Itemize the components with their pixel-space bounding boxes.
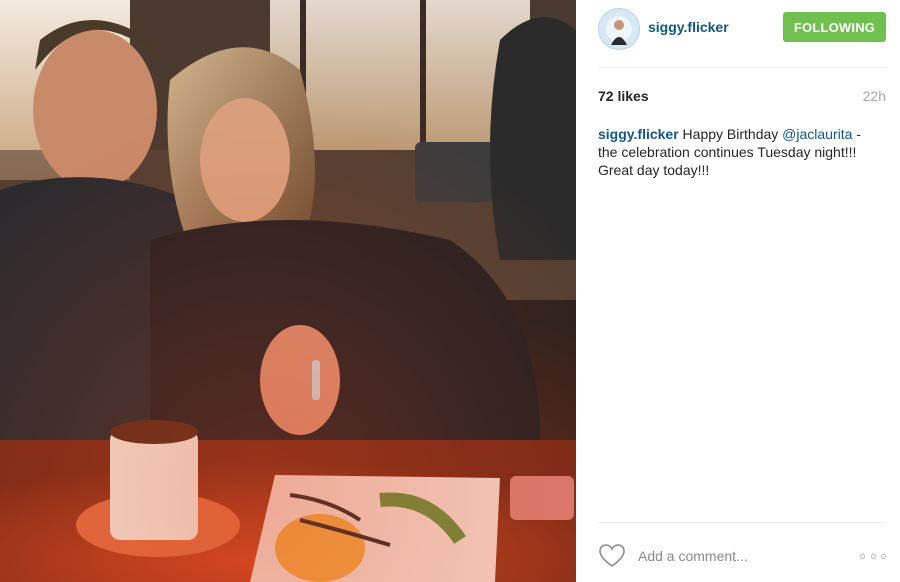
more-dot xyxy=(881,553,886,559)
post-sidebar: siggy.flicker FOLLOWING 72 likes 22h sig… xyxy=(576,0,900,582)
caption-username[interactable]: siggy.flicker xyxy=(598,126,679,142)
comment-bar xyxy=(598,540,886,572)
header-divider xyxy=(598,67,886,68)
author-username[interactable]: siggy.flicker xyxy=(648,19,729,35)
avatar-image xyxy=(599,9,639,49)
heart-icon[interactable] xyxy=(598,542,626,570)
following-button[interactable]: FOLLOWING xyxy=(783,12,886,42)
comment-divider xyxy=(598,522,886,523)
post-header: siggy.flicker FOLLOWING xyxy=(598,8,886,50)
more-dot xyxy=(860,553,865,559)
post-caption: siggy.flicker Happy Birthday @jaclaurita… xyxy=(598,125,878,179)
profile-avatar[interactable] xyxy=(598,8,640,50)
heart-icon-svg xyxy=(599,544,625,567)
caption-mention[interactable]: @jaclaurita xyxy=(782,126,852,142)
post-photo[interactable] xyxy=(0,0,576,582)
add-comment-input[interactable] xyxy=(636,544,850,568)
post-timestamp[interactable]: 22h xyxy=(863,88,886,104)
likes-count[interactable]: 72 likes xyxy=(598,88,649,104)
caption-text-before: Happy Birthday xyxy=(678,126,783,142)
photo-illustration xyxy=(0,0,576,582)
more-dot xyxy=(870,553,876,559)
instagram-post: siggy.flicker FOLLOWING 72 likes 22h sig… xyxy=(0,0,900,582)
more-options-icon[interactable] xyxy=(860,548,886,564)
